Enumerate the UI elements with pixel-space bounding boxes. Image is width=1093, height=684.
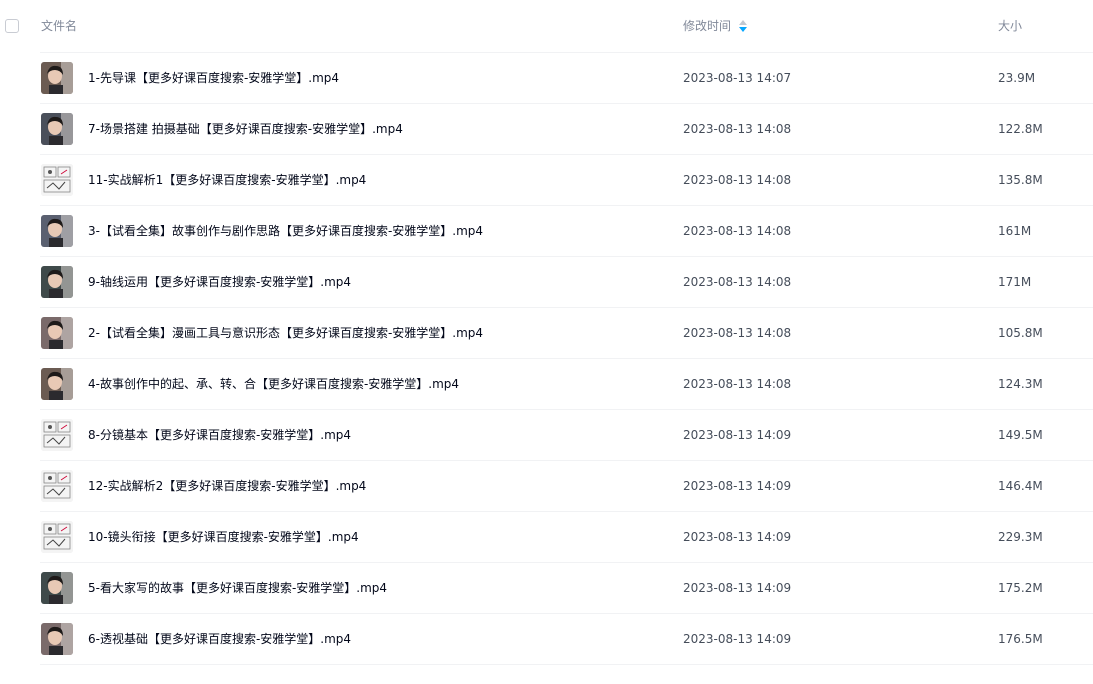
file-modified-time: 2023-08-13 14:08 [683,173,792,187]
video-thumbnail [41,113,73,145]
video-thumbnail [41,62,73,94]
file-name[interactable]: 3-【试看全集】故事创作与剧作思路【更多好课百度搜索-安雅学堂】.mp4 [88,206,483,256]
file-name[interactable]: 5-看大家写的故事【更多好课百度搜索-安雅学堂】.mp4 [88,563,387,613]
file-name[interactable]: 2-【试看全集】漫画工具与意识形态【更多好课百度搜索-安雅学堂】.mp4 [88,308,483,358]
file-modified-time: 2023-08-13 14:08 [683,275,792,289]
file-size: 161M [998,224,1032,238]
table-row[interactable]: 3-【试看全集】故事创作与剧作思路【更多好课百度搜索-安雅学堂】.mp4 2023… [40,206,1093,257]
file-size: 146.4M [998,479,1043,493]
file-name[interactable]: 4-故事创作中的起、承、转、合【更多好课百度搜索-安雅学堂】.mp4 [88,359,459,409]
video-thumbnail [41,215,73,247]
video-thumbnail [41,470,73,502]
file-name[interactable]: 12-实战解析2【更多好课百度搜索-安雅学堂】.mp4 [88,461,366,511]
file-list-table: 文件名 修改时间 大小 1-先导课【更多好课百度搜索-安雅学堂】.mp4 2023… [0,0,1093,665]
file-name[interactable]: 9-轴线运用【更多好课百度搜索-安雅学堂】.mp4 [88,257,351,307]
column-header-name[interactable]: 文件名 [41,0,77,52]
video-thumbnail [41,164,73,196]
file-modified-time: 2023-08-13 14:08 [683,224,792,238]
table-row[interactable]: 11-实战解析1【更多好课百度搜索-安雅学堂】.mp4 2023-08-13 14… [40,155,1093,206]
column-header-modified-time[interactable]: 修改时间 [683,0,748,52]
table-row[interactable]: 1-先导课【更多好课百度搜索-安雅学堂】.mp4 2023-08-13 14:07… [40,53,1093,104]
table-row[interactable]: 10-镜头衔接【更多好课百度搜索-安雅学堂】.mp4 2023-08-13 14:… [40,512,1093,563]
video-thumbnail [41,623,73,655]
file-size: 176.5M [998,632,1043,646]
file-size: 124.3M [998,377,1043,391]
sort-desc-icon[interactable] [739,19,748,32]
video-thumbnail [41,419,73,451]
table-row[interactable]: 12-实战解析2【更多好课百度搜索-安雅学堂】.mp4 2023-08-13 14… [40,461,1093,512]
video-thumbnail [41,572,73,604]
file-modified-time: 2023-08-13 14:09 [683,632,792,646]
table-row[interactable]: 9-轴线运用【更多好课百度搜索-安雅学堂】.mp4 2023-08-13 14:0… [40,257,1093,308]
column-header-size[interactable]: 大小 [998,0,1022,52]
file-name[interactable]: 10-镜头衔接【更多好课百度搜索-安雅学堂】.mp4 [88,512,359,562]
file-modified-time: 2023-08-13 14:09 [683,479,792,493]
file-size: 135.8M [998,173,1043,187]
table-header: 文件名 修改时间 大小 [5,0,1093,53]
file-name[interactable]: 8-分镜基本【更多好课百度搜索-安雅学堂】.mp4 [88,410,351,460]
file-modified-time: 2023-08-13 14:08 [683,377,792,391]
file-name[interactable]: 6-透视基础【更多好课百度搜索-安雅学堂】.mp4 [88,614,351,664]
file-modified-time: 2023-08-13 14:09 [683,428,792,442]
file-size: 23.9M [998,71,1036,85]
video-thumbnail [41,368,73,400]
file-size: 122.8M [998,122,1043,136]
column-header-modified-time-label: 修改时间 [683,19,732,33]
file-modified-time: 2023-08-13 14:09 [683,581,792,595]
table-row[interactable]: 6-透视基础【更多好课百度搜索-安雅学堂】.mp4 2023-08-13 14:0… [40,614,1093,665]
file-modified-time: 2023-08-13 14:08 [683,122,792,136]
select-all-checkbox[interactable] [5,19,19,33]
file-modified-time: 2023-08-13 14:07 [683,71,792,85]
table-row[interactable]: 4-故事创作中的起、承、转、合【更多好课百度搜索-安雅学堂】.mp4 2023-0… [40,359,1093,410]
file-modified-time: 2023-08-13 14:08 [683,326,792,340]
file-name[interactable]: 7-场景搭建 拍摄基础【更多好课百度搜索-安雅学堂】.mp4 [88,104,403,154]
file-name[interactable]: 1-先导课【更多好课百度搜索-安雅学堂】.mp4 [88,53,339,103]
file-rows: 1-先导课【更多好课百度搜索-安雅学堂】.mp4 2023-08-13 14:07… [0,53,1093,665]
file-size: 105.8M [998,326,1043,340]
table-row[interactable]: 7-场景搭建 拍摄基础【更多好课百度搜索-安雅学堂】.mp4 2023-08-13… [40,104,1093,155]
table-row[interactable]: 2-【试看全集】漫画工具与意识形态【更多好课百度搜索-安雅学堂】.mp4 2023… [40,308,1093,359]
file-size: 171M [998,275,1032,289]
table-row[interactable]: 5-看大家写的故事【更多好课百度搜索-安雅学堂】.mp4 2023-08-13 1… [40,563,1093,614]
file-size: 175.2M [998,581,1043,595]
file-size: 149.5M [998,428,1043,442]
video-thumbnail [41,266,73,298]
video-thumbnail [41,521,73,553]
file-modified-time: 2023-08-13 14:09 [683,530,792,544]
file-size: 229.3M [998,530,1043,544]
video-thumbnail [41,317,73,349]
file-name[interactable]: 11-实战解析1【更多好课百度搜索-安雅学堂】.mp4 [88,155,366,205]
table-row[interactable]: 8-分镜基本【更多好课百度搜索-安雅学堂】.mp4 2023-08-13 14:0… [40,410,1093,461]
